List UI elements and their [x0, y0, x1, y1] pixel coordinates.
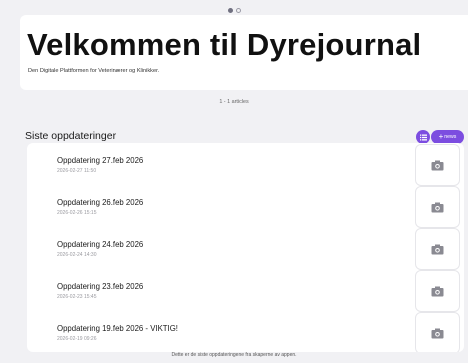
- update-date: 2026-02-23 15:45: [57, 294, 97, 300]
- plus-icon: +: [438, 132, 444, 141]
- update-thumbnail[interactable]: [415, 270, 460, 312]
- update-title: Oppdatering 24.feb 2026: [57, 240, 144, 249]
- update-title: Oppdatering 23.feb 2026: [57, 282, 144, 291]
- carousel-dot-active[interactable]: [227, 8, 233, 13]
- update-date: 2026-02-26 15:15: [57, 210, 97, 216]
- update-title: Oppdatering 19.feb 2026 - VIKTIG!: [57, 324, 178, 333]
- camera-icon: [431, 244, 444, 254]
- footer-note: Dette er de siste oppdateringene fra ska…: [171, 352, 297, 358]
- update-thumbnail[interactable]: [415, 144, 460, 186]
- update-date: 2026-02-24 14:30: [57, 252, 97, 258]
- update-item[interactable]: Oppdatering 26.feb 2026 2026-02-26 15:15: [27, 185, 464, 229]
- updates-section-title: Siste oppdateringer: [25, 130, 117, 142]
- update-title: Oppdatering 26.feb 2026: [57, 198, 144, 207]
- update-date: 2026-02-27 11:50: [57, 168, 97, 174]
- carousel-dot[interactable]: [235, 8, 241, 13]
- update-thumbnail[interactable]: [415, 228, 460, 270]
- page-title: Velkommen til Dyrejournal: [27, 27, 422, 62]
- add-news-button[interactable]: + news: [431, 130, 464, 144]
- camera-icon: [431, 328, 444, 338]
- camera-icon: [431, 286, 444, 296]
- page-subtitle: Den Digitale Plattformen for Veterinærer…: [28, 68, 160, 74]
- update-thumbnail[interactable]: [415, 186, 460, 228]
- articles-count: 1 - 1 articles: [219, 99, 249, 105]
- update-title: Oppdatering 27.feb 2026: [57, 156, 144, 165]
- welcome-banner: Velkommen til Dyrejournal Den Digitale P…: [20, 15, 468, 90]
- list-icon: [419, 134, 427, 140]
- updates-list: Oppdatering 27.feb 2026 2026-02-27 11:50…: [27, 143, 464, 352]
- update-item[interactable]: Oppdatering 24.feb 2026 2026-02-24 14:30: [27, 227, 464, 271]
- view-toggle-button[interactable]: [416, 130, 430, 144]
- update-item[interactable]: Oppdatering 19.feb 2026 - VIKTIG! 2026-0…: [27, 311, 464, 352]
- update-thumbnail[interactable]: [415, 312, 460, 352]
- camera-icon: [431, 160, 444, 170]
- add-news-label: news: [444, 134, 457, 140]
- update-date: 2026-02-19 09:26: [57, 336, 97, 342]
- update-item[interactable]: Oppdatering 27.feb 2026 2026-02-27 11:50: [27, 143, 464, 187]
- update-item[interactable]: Oppdatering 23.feb 2026 2026-02-23 15:45: [27, 269, 464, 313]
- camera-icon: [431, 202, 444, 212]
